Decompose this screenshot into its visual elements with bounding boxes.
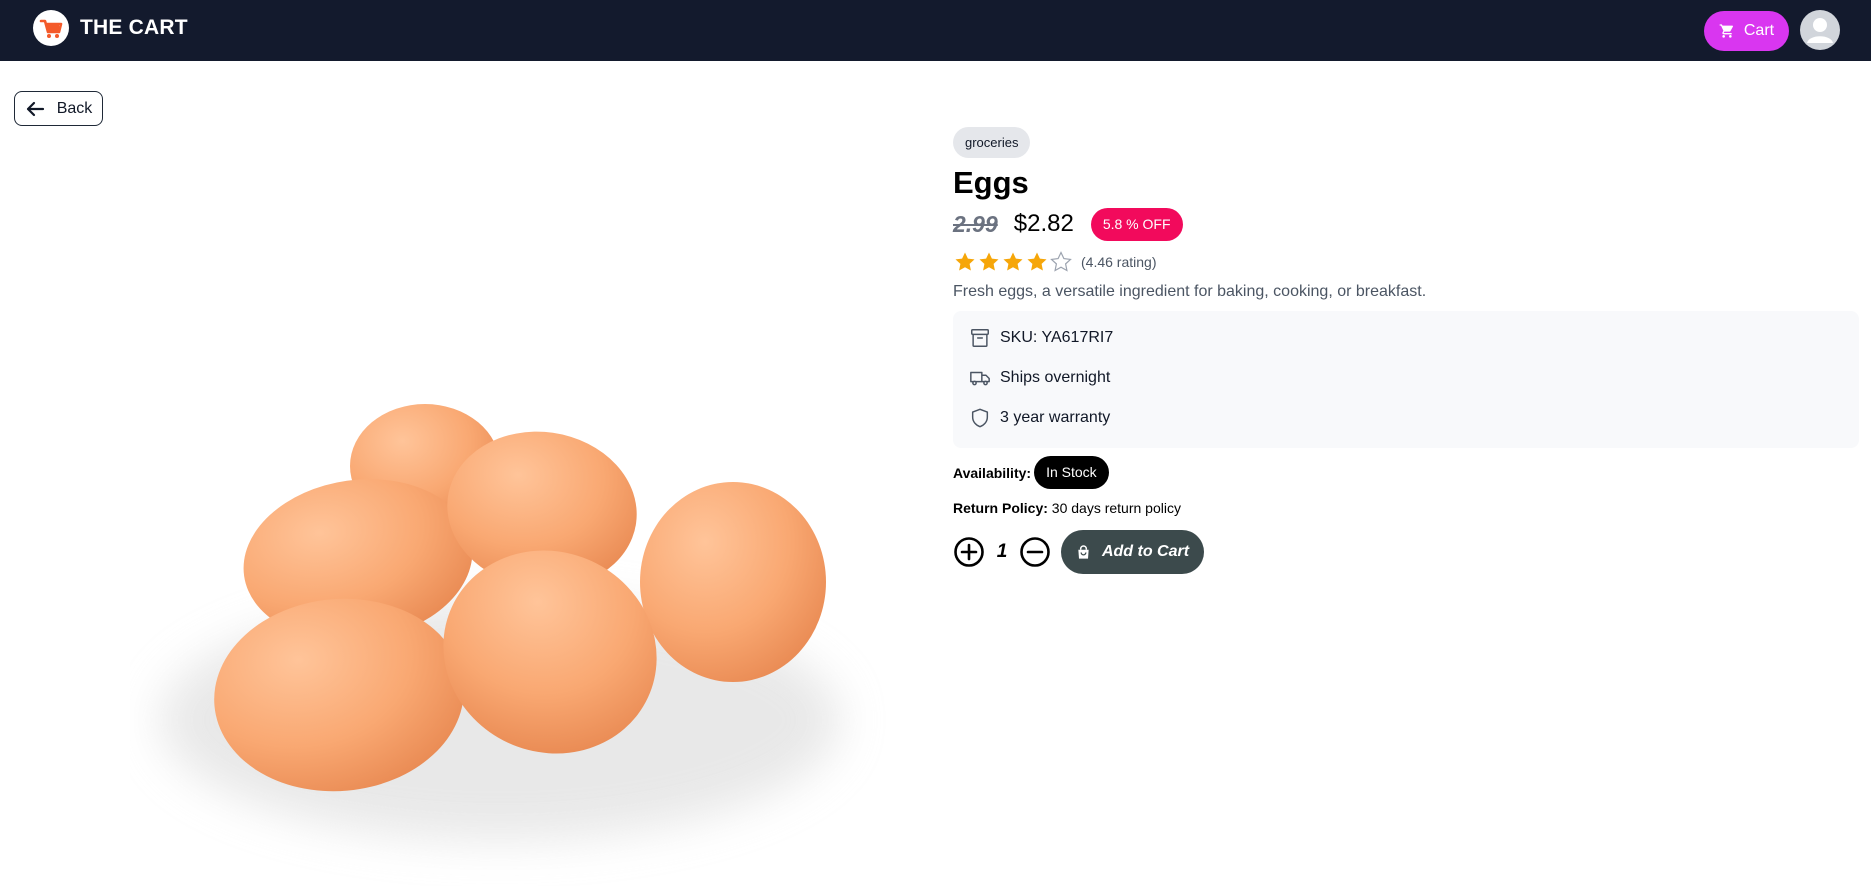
cart-button[interactable]: Cart — [1704, 11, 1789, 51]
star-filled-icon — [1003, 252, 1023, 271]
star-filled-icon — [979, 252, 999, 271]
sku-text: SKU: YA617RI7 — [1000, 329, 1114, 346]
rating-text: (4.46 rating) — [1081, 254, 1157, 270]
product-info-box: SKU: YA617RI7 Ships overnight 3 year war… — [953, 311, 1859, 448]
product-title: Eggs — [953, 165, 1029, 200]
back-button[interactable]: Back — [14, 91, 103, 126]
brand[interactable]: THE CART — [33, 10, 188, 46]
price-row: 2.99 $2.82 5.8 % OFF — [953, 207, 1859, 241]
truck-icon — [970, 371, 990, 386]
shopping-cart-logo-icon — [33, 10, 69, 46]
stock-status-badge: In Stock — [1034, 456, 1109, 489]
warranty-text: 3 year warranty — [1000, 409, 1111, 426]
category-badge[interactable]: groceries — [953, 127, 1031, 158]
plus-circle-icon — [954, 537, 984, 567]
availability-label: Availability: — [953, 464, 1032, 481]
shield-icon — [971, 408, 989, 428]
original-price: 2.99 — [953, 210, 998, 237]
current-price: $2.82 — [1013, 210, 1074, 237]
add-to-cart-button[interactable]: Add to Cart — [1061, 530, 1204, 574]
cart-icon — [1719, 24, 1733, 38]
top-navigation-bar: THE CART Cart — [0, 0, 1871, 61]
availability-row: Availability: In Stock — [953, 456, 1859, 489]
return-policy-text: 30 days return policy — [1051, 500, 1181, 516]
product-description: Fresh eggs, a versatile ingredient for b… — [953, 283, 1427, 300]
archive-box-icon — [971, 329, 989, 347]
star-filled-icon — [1027, 252, 1047, 271]
quantity-value: 1 — [996, 541, 1008, 562]
shopping-bag-icon — [1078, 544, 1089, 559]
cart-button-label: Cart — [1743, 22, 1775, 39]
return-policy-row: Return Policy: 30 days return policy — [953, 500, 1859, 516]
shipping-info: Ships overnight — [969, 365, 1843, 391]
shipping-text: Ships overnight — [1000, 369, 1111, 386]
star-empty-icon — [1050, 251, 1072, 272]
product-image — [130, 380, 890, 886]
arrow-left-icon — [26, 101, 44, 116]
user-icon — [1807, 18, 1833, 43]
return-policy-label: Return Policy: — [953, 500, 1048, 516]
quantity-row: 1 Add to Cart — [953, 530, 1859, 574]
minus-circle-icon — [1020, 537, 1050, 567]
sku-info: SKU: YA617RI7 — [969, 325, 1843, 351]
decrease-quantity-button[interactable] — [1019, 536, 1051, 568]
add-to-cart-label: Add to Cart — [1101, 543, 1190, 560]
increase-quantity-button[interactable] — [953, 536, 985, 568]
user-avatar[interactable] — [1800, 10, 1840, 50]
star-rating — [953, 250, 1073, 274]
product-details: groceries Eggs 2.99 $2.82 5.8 % OFF (4.4… — [953, 127, 1859, 574]
rating-row: (4.46 rating) — [953, 250, 1859, 274]
star-filled-icon — [955, 252, 975, 271]
discount-badge: 5.8 % OFF — [1090, 207, 1183, 241]
brand-name: THE CART — [80, 16, 188, 39]
warranty-info: 3 year warranty — [969, 405, 1843, 431]
back-button-label: Back — [56, 99, 93, 117]
